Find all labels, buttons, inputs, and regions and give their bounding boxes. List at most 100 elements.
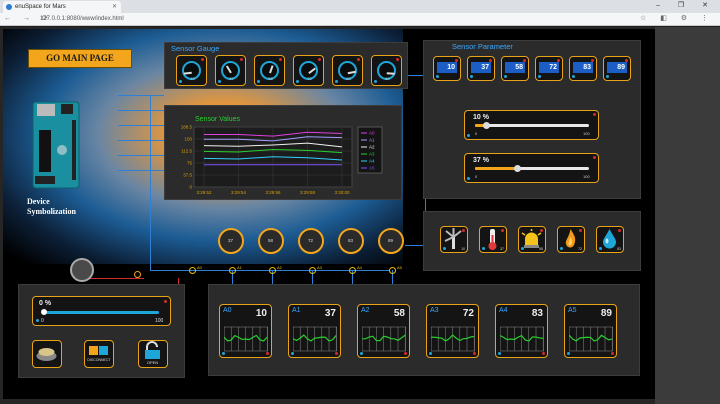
slider-label: 10 %	[473, 114, 489, 121]
parameter-value: 37	[471, 62, 491, 73]
pin-connector	[349, 267, 356, 274]
pin-label: A4	[357, 265, 362, 270]
sparkline-plot	[430, 325, 476, 353]
y-tick-label: 150	[184, 137, 192, 142]
slider-max: 100	[583, 174, 590, 179]
disconnect-button[interactable]: DISCONNECT	[84, 340, 114, 368]
round-indicator: 58	[258, 228, 284, 254]
legend-entry: A5	[369, 166, 375, 171]
x-tick-label: 3:30:00	[334, 190, 350, 195]
round-indicator: 37	[218, 228, 244, 254]
pin-label: A0	[197, 265, 202, 270]
control-slider-track[interactable]	[43, 311, 159, 314]
y-tick-label: 0	[189, 185, 192, 190]
sparkline-plot	[568, 325, 614, 353]
x-tick-label: 3:29:54	[231, 190, 247, 195]
slider-label: 37 %	[473, 157, 489, 164]
gauge: 37	[215, 55, 246, 86]
sensor-gauge-title: Sensor Gauge	[171, 44, 220, 53]
sparkline-label: A5	[568, 307, 577, 314]
indicator-value: 89	[387, 238, 393, 243]
x-tick-label: 3:29:58	[300, 190, 316, 195]
slider-track[interactable]	[475, 124, 589, 127]
device-tile[interactable]: 37	[479, 226, 507, 253]
side-panel	[655, 27, 720, 404]
sparkline-plot	[223, 325, 269, 353]
gauge: 89	[371, 55, 402, 86]
address-bar: ← → ⟳ 127.0.0.1:8080/www/index.html ☆ ◧ …	[0, 13, 720, 26]
y-tick-label: 112.5	[181, 149, 192, 154]
parameter-value: 10	[437, 62, 457, 73]
round-indicator: 89	[378, 228, 404, 254]
pin-connector	[309, 267, 316, 274]
gauge: 10	[176, 55, 207, 86]
push-button-icon	[36, 348, 57, 361]
window-controls[interactable]: – ❐ ✕	[656, 1, 716, 9]
pin-label: A2	[277, 265, 282, 270]
slider-max: 100	[583, 131, 590, 136]
control-min: 0	[41, 318, 44, 324]
sparkline-plot	[361, 325, 407, 353]
slider-thumb[interactable]	[514, 165, 522, 172]
indicator-value: 83	[347, 238, 353, 243]
sparkline-label: A0	[223, 307, 232, 314]
slider-thumb[interactable]	[483, 122, 491, 129]
legend-entry: A0	[369, 131, 375, 136]
parameter-box: 72	[535, 56, 563, 81]
parameter-box: 58	[501, 56, 529, 81]
close-tab-icon[interactable]: ✕	[112, 3, 117, 10]
sensor-parameter-title: Sensor Parameter	[452, 42, 513, 51]
lock-open-button[interactable]: OPEN	[138, 340, 168, 368]
device-tile[interactable]: 10	[440, 226, 468, 253]
sparkline-label: A3	[430, 307, 439, 314]
sparkline-label: A2	[361, 307, 370, 314]
url-field[interactable]: 127.0.0.1:8080/www/index.html	[40, 15, 640, 24]
sparkline-plot	[292, 325, 338, 353]
indicator-value: 72	[307, 238, 313, 243]
browser-tab[interactable]: enuSpace for Mars ✕	[3, 1, 121, 13]
device-tile[interactable]: 83	[596, 226, 624, 253]
push-button[interactable]	[32, 340, 62, 368]
control-slider[interactable]: 0 % 0 100	[32, 296, 171, 326]
pin-connector	[189, 267, 196, 274]
parameter-box: 10	[433, 56, 461, 81]
go-main-page-button[interactable]: GO MAIN PAGE	[28, 49, 132, 68]
indicator-value: 37	[227, 238, 233, 243]
slider-min: 0	[475, 174, 478, 179]
y-tick-label: 188.5	[181, 125, 193, 130]
parameter-value: 58	[505, 62, 525, 73]
legend-entry: A2	[369, 145, 375, 150]
pin-label: A5	[397, 265, 402, 270]
favicon-icon	[6, 4, 12, 10]
sparkline-card: A2 58	[357, 304, 410, 358]
sparkline-label: A1	[292, 307, 301, 314]
gauge: 58	[254, 55, 285, 86]
browser-tools-icon[interactable]: ☆ ◧ ⚙ ⋮	[640, 14, 714, 22]
parameter-slider[interactable]: 37 % 0 100	[464, 153, 599, 183]
pin-connector	[389, 267, 396, 274]
tile-value: 72	[578, 247, 582, 251]
sparkline-card: A0 10	[219, 304, 272, 358]
sparkline-card: A4 83	[495, 304, 548, 358]
device-label: Device Symbolization	[27, 197, 76, 216]
link-icon	[134, 271, 141, 278]
pin-label: A3	[317, 265, 322, 270]
device-tile[interactable]: 72	[557, 226, 585, 253]
parameter-slider[interactable]: 10 % 0 100	[464, 110, 599, 140]
control-slider-thumb[interactable]	[41, 309, 47, 315]
knob-indicator[interactable]	[70, 258, 94, 282]
device-tile[interactable]: 58	[518, 226, 546, 253]
parameter-box: 37	[467, 56, 495, 81]
parameter-box: 89	[603, 56, 631, 81]
tab-title: enuSpace for Mars	[15, 4, 66, 10]
gauge: 72	[293, 55, 324, 86]
control-max: 100	[155, 318, 164, 324]
parameter-box: 83	[569, 56, 597, 81]
open-label: OPEN	[146, 360, 159, 365]
sparkline-plot	[499, 325, 545, 353]
tile-value: 10	[461, 247, 465, 251]
sparkline-card: A3 72	[426, 304, 479, 358]
gauge: 83	[332, 55, 363, 86]
sparkline-value: 83	[531, 308, 543, 319]
sparkline-value: 10	[255, 308, 267, 319]
